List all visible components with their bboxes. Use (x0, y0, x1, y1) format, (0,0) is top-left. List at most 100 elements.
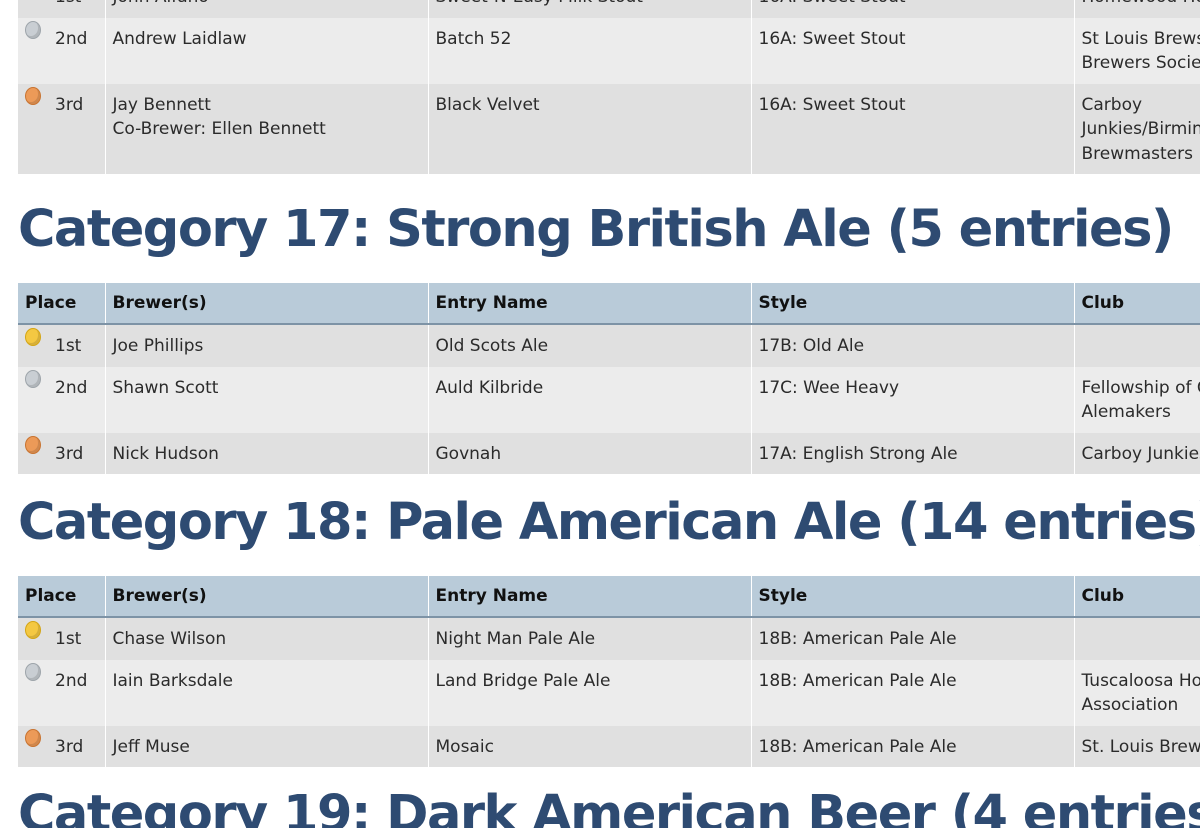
place-label: 2nd (55, 28, 88, 49)
table-row: 2nd Shawn Scott Auld Kilbride 17C: Wee H… (18, 366, 1200, 433)
category-17-heading: Category 17: Strong British Ale (5 entri… (18, 200, 1174, 259)
place-label: 2nd (55, 377, 88, 398)
table-row: 1st John Alfano Sweet-N-Easy Milk Stout … (18, 0, 1200, 18)
style-cell: 17C: Wee Heavy (751, 366, 1075, 433)
table-header-row: Place Brewer(s) Entry Name Style Club (18, 283, 1200, 325)
bronze-medal-icon (25, 435, 41, 454)
brewer-column-header[interactable]: Brewer(s) (105, 283, 429, 325)
brewer-cell: Joe Phillips (105, 324, 429, 367)
place-cell: 2nd (18, 366, 106, 433)
brewer-name: Chase Wilson (112, 629, 227, 649)
place-cell: 2nd (18, 659, 106, 726)
brewer-cell: Nick Hudson (105, 432, 429, 474)
entry-cell: Black Velvet (428, 83, 752, 174)
place-label: 3rd (55, 94, 84, 115)
style-cell: 18B: American Pale Ale (751, 617, 1075, 660)
style-column-header[interactable]: Style (751, 283, 1075, 325)
style-cell: 16A: Sweet Stout (751, 83, 1075, 174)
club-name: Tuscaloosa Ho Association (1081, 670, 1200, 716)
club-cell: Fellowship of C Alemakers (1074, 366, 1200, 433)
style-cell: 17A: English Strong Ale (751, 432, 1075, 474)
place-cell: 3rd (18, 432, 106, 474)
place-label: 2nd (55, 670, 88, 691)
table-row: 3rd Jay Bennett Co-Brewer: Ellen Bennett… (18, 83, 1200, 174)
silver-medal-icon (25, 662, 41, 681)
entry-name: Night Man Pale Ale (435, 629, 596, 649)
category-17-results-table: Place Brewer(s) Entry Name Style Club 1s… (18, 283, 1200, 474)
table-row: 2nd Andrew Laidlaw Batch 52 16A: Sweet S… (18, 17, 1200, 84)
table-row: 1st Joe Phillips Old Scots Ale 17B: Old … (18, 324, 1200, 367)
category-18-heading: Category 18: Pale American Ale (14 entri… (18, 493, 1200, 552)
bronze-medal-icon (25, 728, 41, 747)
place-label: 1st (55, 336, 82, 356)
entry-column-header[interactable]: Entry Name (428, 283, 752, 325)
style-cell: 18B: American Pale Ale (751, 725, 1075, 767)
club-cell: Homewood Ho (1074, 0, 1200, 18)
place-label: 1st (55, 0, 81, 7)
entry-name: Black Velvet (435, 94, 540, 115)
club-cell: St Louis Brews Brewers Societ (1074, 17, 1200, 84)
entry-cell: Night Man Pale Ale (428, 617, 752, 660)
gold-medal-icon (25, 621, 41, 639)
table-row: 1st Chase Wilson Night Man Pale Ale 18B:… (18, 617, 1200, 660)
style-cell: 18B: American Pale Ale (751, 659, 1075, 726)
place-column-header[interactable]: Place (18, 576, 106, 618)
club-cell: Carboy Junkies (1074, 432, 1200, 474)
category-19-heading: Category 19: Dark American Beer (4 entri… (18, 785, 1200, 828)
club-cell: Tuscaloosa Ho Association (1074, 659, 1200, 726)
silver-medal-icon (25, 369, 41, 388)
brewer-name: Nick Hudson (112, 443, 219, 464)
brewer-cell: Jeff Muse (105, 725, 429, 767)
style-name: 18B: American Pale Ale (758, 736, 957, 757)
entry-cell: Sweet-N-Easy Milk Stout (428, 0, 752, 18)
brewer-name: Shawn Scott (112, 377, 219, 398)
table-row: 3rd Jeff Muse Mosaic 18B: American Pale … (18, 725, 1200, 767)
entry-name: Mosaic (435, 736, 494, 757)
silver-medal-icon (25, 20, 41, 39)
style-cell: 16A: Sweet Stout (751, 17, 1075, 84)
club-name: Homewood Ho (1082, 0, 1200, 10)
style-cell: 16A: Sweet Stout (751, 0, 1075, 18)
brewer-name: Andrew Laidlaw (112, 28, 247, 49)
table-row: 2nd Iain Barksdale Land Bridge Pale Ale … (18, 659, 1200, 726)
club-name: Fellowship of C Alemakers (1081, 377, 1200, 423)
club-column-header[interactable]: Club (1074, 283, 1200, 325)
bronze-medal-icon (25, 86, 41, 105)
place-cell: 2nd (18, 17, 106, 84)
club-name: Carboy Junkies/Birmin Brewmasters (1081, 94, 1200, 164)
club-cell: Carboy Junkies/Birmin Brewmasters (1074, 83, 1200, 174)
club-name: St. Louis Brews (1081, 736, 1200, 757)
brewer-column-header[interactable]: Brewer(s) (105, 576, 429, 618)
brewer-cell: John Alfano (105, 0, 429, 18)
style-name: 16A: Sweet Stout (758, 28, 906, 49)
club-name: St Louis Brews Brewers Societ (1081, 28, 1200, 74)
place-cell: 1st (18, 617, 106, 660)
brewer-name: John Alfano (113, 0, 421, 10)
place-cell: 3rd (18, 725, 106, 767)
category-18-results-table: Place Brewer(s) Entry Name Style Club 1s… (18, 576, 1200, 767)
entry-cell: Old Scots Ale (428, 324, 752, 367)
competition-results-page: 1st John Alfano Sweet-N-Easy Milk Stout … (0, 0, 1200, 828)
style-name: 16A: Sweet Stout (759, 0, 1067, 10)
style-name: 18B: American Pale Ale (758, 629, 957, 649)
club-cell: St. Louis Brews (1074, 725, 1200, 767)
entry-name: Auld Kilbride (435, 377, 544, 398)
entry-cell: Mosaic (428, 725, 752, 767)
entry-name: Land Bridge Pale Ale (435, 670, 611, 691)
style-name: 17A: English Strong Ale (758, 443, 958, 464)
brewer-name: Joe Phillips (112, 336, 204, 356)
entry-cell: Auld Kilbride (428, 366, 752, 433)
entry-cell: Govnah (428, 432, 752, 474)
table-row: 3rd Nick Hudson Govnah 17A: English Stro… (18, 432, 1200, 474)
entry-column-header[interactable]: Entry Name (428, 576, 752, 618)
brewer-name: Iain Barksdale (112, 670, 234, 691)
club-column-header[interactable]: Club (1074, 576, 1200, 618)
brewer-cell: Andrew Laidlaw (105, 17, 429, 84)
entry-cell: Batch 52 (428, 17, 752, 84)
place-cell: 3rd (18, 83, 106, 174)
place-column-header[interactable]: Place (18, 283, 106, 325)
brewer-cell: Iain Barksdale (105, 659, 429, 726)
style-name: 17B: Old Ale (758, 336, 865, 356)
style-column-header[interactable]: Style (751, 576, 1075, 618)
table-header-row: Place Brewer(s) Entry Name Style Club (18, 576, 1200, 618)
